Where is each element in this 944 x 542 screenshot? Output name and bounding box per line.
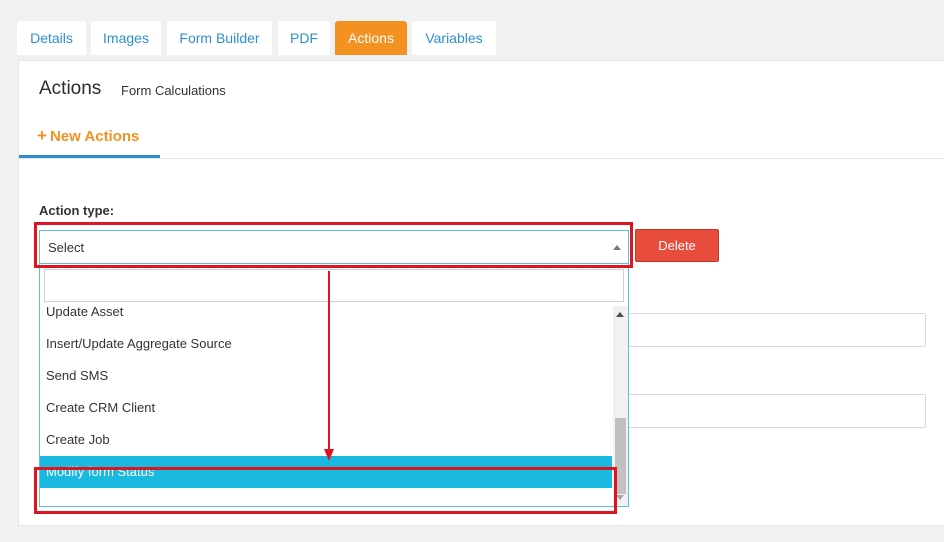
- option-send-sms[interactable]: Send SMS: [40, 360, 612, 392]
- option-update-asset[interactable]: Update Asset: [40, 306, 612, 328]
- action-type-dropdown: Update Asset Insert/Update Aggregate Sou…: [39, 264, 629, 507]
- scroll-down-arrow-icon[interactable]: [616, 495, 624, 500]
- tab-variables[interactable]: Variables: [412, 21, 496, 55]
- form-calculations-link[interactable]: Form Calculations: [121, 83, 226, 98]
- tab-form-builder[interactable]: Form Builder: [167, 21, 272, 55]
- scrollbar-thumb[interactable]: [615, 418, 626, 494]
- new-actions-tab[interactable]: + New Actions: [37, 126, 139, 146]
- dropdown-scrollbar[interactable]: [613, 306, 628, 506]
- scroll-up-arrow-icon[interactable]: [616, 312, 624, 317]
- delete-button[interactable]: Delete: [635, 229, 719, 262]
- background-field-2[interactable]: [622, 394, 926, 428]
- select-value: Select: [48, 240, 85, 255]
- action-type-label: Action type:: [39, 203, 115, 218]
- tab-images[interactable]: Images: [91, 21, 161, 55]
- new-actions-label: New Actions: [49, 127, 140, 145]
- page-title: Actions: [39, 78, 102, 99]
- tab-actions[interactable]: Actions: [335, 21, 407, 55]
- option-create-crm-client[interactable]: Create CRM Client: [40, 392, 612, 424]
- dropdown-search-input[interactable]: [44, 269, 624, 302]
- annotation-arrow-head-icon: [324, 449, 334, 461]
- plus-icon: +: [37, 126, 47, 145]
- action-type-select[interactable]: Select: [39, 230, 629, 264]
- background-field-1[interactable]: [622, 313, 926, 347]
- tab-pdf[interactable]: PDF: [278, 21, 330, 55]
- caret-up-icon: [613, 245, 621, 250]
- option-insert-update-aggregate-source[interactable]: Insert/Update Aggregate Source: [40, 328, 612, 360]
- dropdown-options: Update Asset Insert/Update Aggregate Sou…: [40, 306, 612, 506]
- divider: [19, 158, 944, 159]
- annotation-arrow-line: [328, 271, 330, 451]
- tab-details[interactable]: Details: [17, 21, 86, 55]
- actions-panel: Actions Form Calculations + New Actions …: [18, 60, 944, 526]
